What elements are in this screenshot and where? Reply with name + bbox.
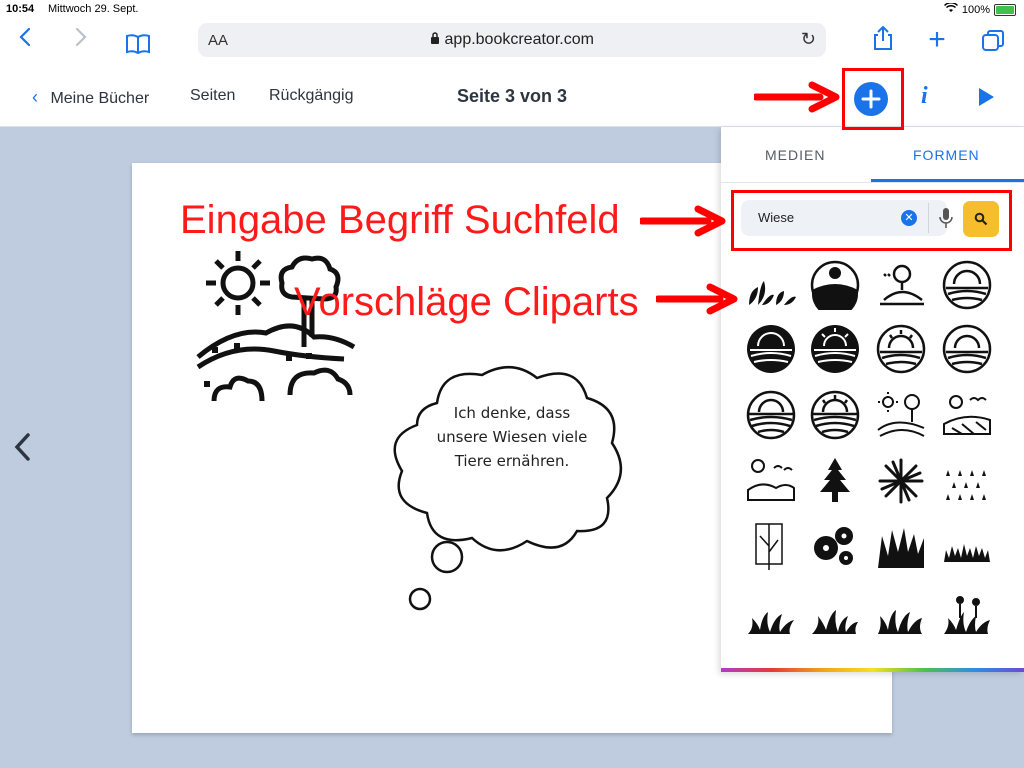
sunrise-filled-icon[interactable] (746, 324, 796, 374)
chevron-left-icon: ‹ (32, 87, 38, 107)
grass-flowers-icon[interactable] (942, 588, 992, 638)
bookmarks-icon[interactable] (122, 28, 154, 68)
sunrise-outline-icon[interactable] (942, 324, 992, 374)
grass-small-icon[interactable] (746, 588, 796, 638)
new-tab-icon[interactable]: + (922, 20, 952, 60)
reload-icon[interactable]: ↻ (801, 29, 816, 50)
my-books-label: Meine Bücher (50, 90, 150, 107)
status-right: 100% (943, 1, 1016, 16)
sun-tree-hill-icon[interactable] (876, 390, 926, 440)
pine-tree-icon[interactable] (810, 456, 860, 506)
grass-burst-icon[interactable] (876, 456, 926, 506)
rain-grass-icon[interactable] (942, 456, 992, 506)
arrow-to-search-icon (640, 205, 726, 237)
pages-button[interactable]: Seiten (190, 87, 235, 105)
arrow-to-add-icon (754, 81, 840, 113)
tree-hill-icon[interactable] (876, 260, 926, 310)
info-icon[interactable]: i (921, 83, 928, 110)
add-button-highlight (842, 68, 904, 130)
grass-small-icon[interactable] (810, 588, 860, 638)
back-icon[interactable] (10, 20, 40, 60)
status-time: 10:54 (6, 3, 35, 15)
sun-dunes-icon[interactable] (746, 456, 796, 506)
url-text: app.bookcreator.com (444, 31, 594, 48)
browser-toolbar: AA app.bookcreator.com ↻ + (0, 20, 1024, 66)
grass-tuft-icon[interactable] (876, 522, 926, 572)
tab-medien[interactable]: MEDIEN (765, 147, 825, 163)
play-icon[interactable] (976, 86, 996, 113)
forward-icon[interactable] (66, 20, 96, 60)
status-bar: 10:54 Mittwoch 29. Sept. 100% (0, 0, 1024, 20)
undo-button[interactable]: Rückgängig (269, 87, 354, 105)
previous-page-icon[interactable] (10, 430, 36, 469)
flowers-icon[interactable] (810, 522, 860, 572)
tab-formen[interactable]: FORMEN (913, 147, 980, 163)
sunrise-circle-icon[interactable] (942, 260, 992, 310)
arrow-to-cliparts-icon (656, 283, 738, 315)
tab-divider (721, 182, 1024, 183)
sunrise-outline-icon[interactable] (876, 324, 926, 374)
sun-field-icon[interactable] (942, 390, 992, 440)
tabs-icon[interactable] (978, 26, 1008, 66)
sun-tree-hill-clipart[interactable] (194, 247, 364, 407)
meadow-circle-icon[interactable] (810, 260, 860, 310)
color-strip (721, 668, 1024, 672)
battery-percent: 100% (961, 3, 990, 16)
url-field[interactable]: app.bookcreator.com (198, 31, 826, 49)
grass-strip-icon[interactable] (942, 522, 992, 572)
battery-icon (994, 3, 1016, 16)
sunrise-field-icon[interactable] (810, 390, 860, 440)
url-bar[interactable]: AA app.bookcreator.com ↻ (198, 23, 826, 57)
share-icon[interactable] (868, 24, 898, 64)
bubble-text[interactable]: Ich denke, dass unsere Wiesen viele Tier… (432, 401, 592, 473)
sunrise-field-icon[interactable] (746, 390, 796, 440)
search-annotation-label: Eingabe Begriff Suchfeld (180, 198, 620, 242)
wifi-icon (943, 1, 958, 16)
status-date: Mittwoch 29. Sept. (48, 3, 139, 15)
leaves-icon[interactable] (746, 265, 796, 315)
sunrise-filled-icon[interactable] (810, 324, 860, 374)
my-books-button[interactable]: ‹ Meine Bücher (32, 87, 149, 108)
tree-outline-icon[interactable] (746, 522, 796, 572)
lock-icon (430, 31, 444, 48)
clipart-annotation-label: Vorschläge Cliparts (294, 280, 639, 324)
search-highlight (731, 190, 1012, 251)
grass-small-icon[interactable] (876, 588, 926, 638)
